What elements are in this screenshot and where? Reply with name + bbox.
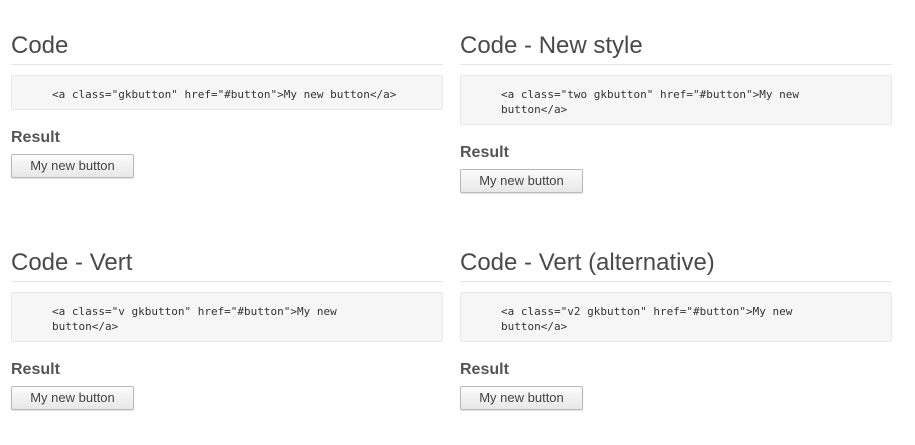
code-block: <a class="gkbutton" href="#button">My ne… — [11, 75, 443, 110]
section-code-vert-alternative: Code - Vert (alternative) <a class="v2 g… — [460, 249, 892, 410]
my-new-button[interactable]: My new button — [11, 386, 134, 410]
section-title: Code - Vert — [11, 249, 443, 282]
section-code-vert: Code - Vert <a class="v gkbutton" href="… — [11, 249, 443, 410]
code-line: <a class="v2 gkbutton" href="#button">My… — [501, 305, 793, 318]
result-label: Result — [11, 361, 60, 378]
section-title: Code - New style — [460, 32, 892, 65]
code-line: <a class="gkbutton" href="#button">My ne… — [52, 88, 397, 101]
code-block: <a class="v gkbutton" href="#button">My … — [11, 292, 443, 342]
code-line: button</a> — [52, 320, 119, 333]
section-title: Code - Vert (alternative) — [460, 249, 892, 282]
section-title: Code — [11, 32, 443, 65]
section-code-new-style: Code - New style <a class="two gkbutton"… — [460, 32, 892, 193]
code-block: <a class="two gkbutton" href="#button">M… — [460, 75, 892, 125]
my-new-button[interactable]: My new button — [11, 154, 134, 178]
code-line: <a class="two gkbutton" href="#button">M… — [501, 88, 800, 101]
result-label: Result — [460, 144, 509, 161]
code-block: <a class="v2 gkbutton" href="#button">My… — [460, 292, 892, 342]
code-line: button</a> — [501, 320, 568, 333]
my-new-button[interactable]: My new button — [460, 169, 583, 193]
result-label: Result — [11, 129, 60, 146]
section-code: Code <a class="gkbutton" href="#button">… — [11, 32, 443, 178]
code-line: button</a> — [501, 103, 568, 116]
my-new-button[interactable]: My new button — [460, 386, 583, 410]
result-label: Result — [460, 361, 509, 378]
code-line: <a class="v gkbutton" href="#button">My … — [52, 305, 337, 318]
